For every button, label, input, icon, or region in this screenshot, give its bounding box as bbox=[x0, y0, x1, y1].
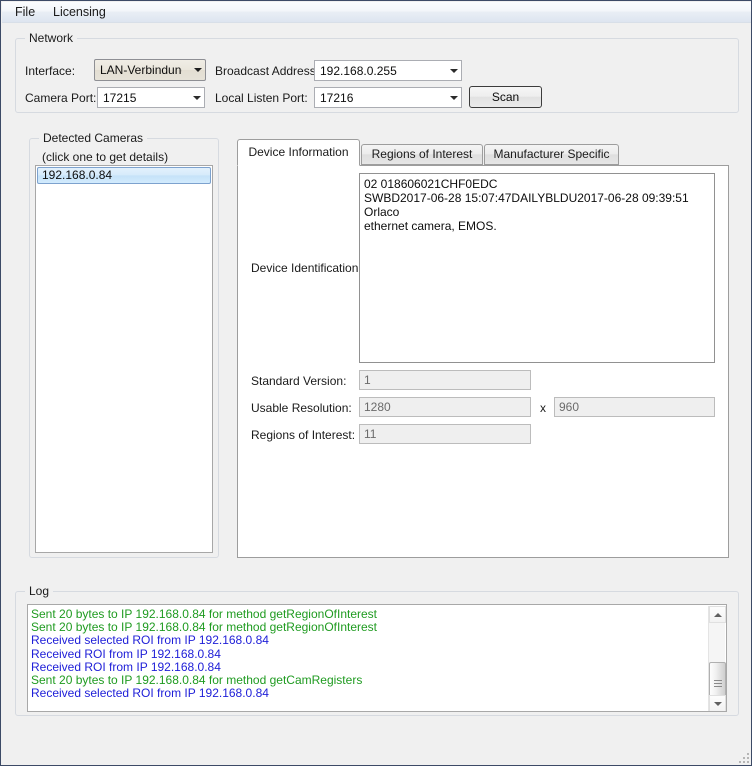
device-identification-textarea[interactable]: 02 018606021CHF0EDC SWBD2017-06-28 15:07… bbox=[359, 173, 715, 363]
scan-button[interactable]: Scan bbox=[469, 86, 542, 108]
device-identification-label: Device Identification: bbox=[251, 261, 362, 275]
network-group-title: Network bbox=[25, 31, 77, 45]
regions-of-interest-field[interactable]: 11 bbox=[359, 424, 531, 444]
usable-resolution-height-field[interactable]: 960 bbox=[554, 397, 715, 417]
chevron-down-icon bbox=[450, 69, 458, 73]
interface-combo-value: LAN-Verbindung 2 bbox=[100, 60, 182, 80]
log-line: Received selected ROI from IP 192.168.0.… bbox=[31, 687, 706, 700]
list-item-camera[interactable]: 192.168.0.84 bbox=[37, 167, 211, 184]
triangle-down-icon bbox=[714, 702, 722, 706]
tab-regions-of-interest[interactable]: Regions of Interest bbox=[361, 144, 483, 165]
usable-resolution-label: Usable Resolution: bbox=[251, 401, 352, 415]
log-line-list: Sent 20 bytes to IP 192.168.0.84 for met… bbox=[31, 608, 706, 700]
interface-label: Interface: bbox=[25, 64, 75, 78]
log-scrollbar[interactable] bbox=[708, 606, 725, 712]
local-listen-port-combo[interactable]: 17216 bbox=[314, 87, 462, 108]
detected-cameras-title: Detected Cameras bbox=[39, 131, 147, 145]
device-identification-line-3: ethernet camera, EMOS. bbox=[364, 219, 710, 233]
device-identification-line-2: SWBD2017-06-28 15:07:47DAILYBLDU2017-06-… bbox=[364, 191, 710, 219]
menu-bar: File Licensing bbox=[2, 2, 752, 23]
detected-cameras-list[interactable]: 192.168.0.84 bbox=[35, 165, 213, 553]
chevron-down-icon bbox=[450, 96, 458, 100]
scroll-down-button[interactable] bbox=[709, 695, 726, 712]
triangle-up-icon bbox=[714, 613, 722, 617]
resize-grip[interactable] bbox=[735, 749, 749, 763]
device-identification-line-1: 02 018606021CHF0EDC bbox=[364, 177, 710, 191]
camera-port-label: Camera Port: bbox=[25, 91, 96, 105]
log-line: Received ROI from IP 192.168.0.84 bbox=[31, 648, 706, 661]
tab-device-information[interactable]: Device Information bbox=[237, 139, 360, 166]
local-listen-port-label: Local Listen Port: bbox=[215, 91, 308, 105]
local-listen-port-value: 17216 bbox=[320, 88, 438, 108]
chevron-down-icon bbox=[194, 68, 202, 72]
menu-item-licensing[interactable]: Licensing bbox=[46, 4, 113, 21]
broadcast-address-label: Broadcast Address: bbox=[215, 64, 319, 78]
chevron-down-icon bbox=[193, 96, 201, 100]
grip-line bbox=[714, 683, 722, 684]
standard-version-label: Standard Version: bbox=[251, 374, 346, 388]
usable-resolution-separator: x bbox=[540, 401, 546, 415]
menu-item-file[interactable]: File bbox=[8, 4, 42, 21]
log-output[interactable]: Sent 20 bytes to IP 192.168.0.84 for met… bbox=[27, 604, 727, 712]
interface-combo[interactable]: LAN-Verbindung 2 bbox=[94, 59, 206, 81]
grip-line bbox=[714, 686, 722, 687]
camera-port-combo[interactable]: 17215 bbox=[97, 87, 205, 108]
tab-manufacturer-specific[interactable]: Manufacturer Specific bbox=[484, 144, 619, 165]
grip-line bbox=[714, 680, 722, 681]
usable-resolution-width-field[interactable]: 1280 bbox=[359, 397, 531, 417]
broadcast-address-value: 192.168.0.255 bbox=[320, 61, 438, 81]
broadcast-address-combo[interactable]: 192.168.0.255 bbox=[314, 60, 462, 81]
log-group-title: Log bbox=[25, 584, 53, 598]
regions-of-interest-label: Regions of Interest: bbox=[251, 428, 355, 442]
application-window: File Licensing Network Interface: LAN-Ve… bbox=[0, 0, 752, 766]
camera-port-value: 17215 bbox=[103, 88, 181, 108]
detected-cameras-subtitle: (click one to get details) bbox=[42, 150, 168, 164]
log-line: Received selected ROI from IP 192.168.0.… bbox=[31, 634, 706, 647]
scroll-up-button[interactable] bbox=[709, 606, 726, 623]
standard-version-field[interactable]: 1 bbox=[359, 370, 531, 390]
